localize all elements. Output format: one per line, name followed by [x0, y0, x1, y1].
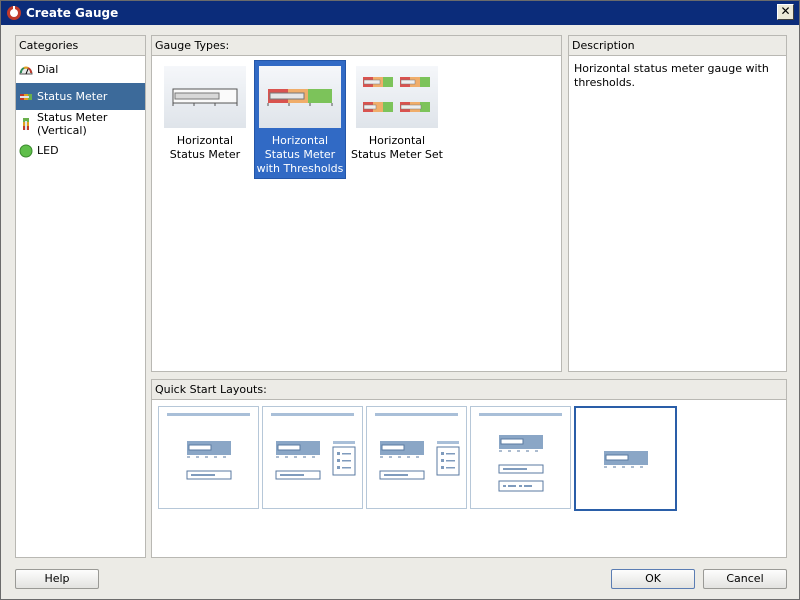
category-item-dial[interactable]: Dial	[16, 56, 145, 83]
gauge-type-horizontal-status-meter[interactable]: Horizontal Status Meter	[159, 61, 251, 162]
horizontal-status-meter-thresholds-thumbnail	[259, 66, 341, 128]
dial-icon	[19, 63, 33, 77]
window-title: Create Gauge	[26, 6, 119, 20]
category-label: Dial	[37, 63, 59, 76]
gauge-type-label: Horizontal Status Meter	[169, 134, 241, 161]
quick-start-layout-3[interactable]	[366, 406, 467, 509]
title-bar: Create Gauge ✕	[1, 1, 799, 25]
ok-button[interactable]: OK	[611, 569, 695, 589]
description-panel: Description Horizontal status meter gaug…	[568, 35, 787, 372]
description-header: Description	[569, 36, 786, 56]
app-icon	[7, 6, 21, 20]
category-item-status-meter[interactable]: Status Meter	[16, 83, 145, 110]
quick-start-layout-5[interactable]	[574, 406, 677, 511]
gauge-type-label: Horizontal Status Meter Set	[351, 134, 443, 161]
close-button[interactable]: ✕	[777, 4, 794, 20]
description-text: Horizontal status meter gauge with thres…	[574, 62, 769, 89]
help-button[interactable]: Help	[15, 569, 99, 589]
quick-start-layouts-panel: Quick Start Layouts:	[151, 379, 787, 558]
quick-start-layouts-header: Quick Start Layouts:	[152, 380, 786, 400]
horizontal-status-meter-set-thumbnail	[356, 66, 438, 128]
categories-panel: Categories Dial Status Meter Status Mete…	[15, 35, 146, 558]
layout-2-preview	[271, 413, 356, 480]
led-icon	[19, 144, 33, 158]
category-label: Status Meter	[37, 90, 108, 103]
category-label: Status Meter (Vertical)	[37, 110, 108, 137]
gauge-types-panel: Gauge Types: Horizontal Status Meter Hor…	[151, 35, 562, 372]
gauge-type-horizontal-status-meter-with-thresholds[interactable]: Horizontal Status Meter with Thresholds	[254, 60, 346, 179]
status-meter-icon	[19, 90, 33, 104]
cancel-button[interactable]: Cancel	[703, 569, 787, 589]
gauge-type-label: Horizontal Status Meter with Thresholds	[256, 134, 344, 175]
layout-4-preview	[479, 413, 562, 492]
create-gauge-dialog: Create Gauge ✕ Categories Dial Status Me…	[0, 0, 800, 600]
gauge-type-horizontal-status-meter-set[interactable]: Horizontal Status Meter Set	[351, 61, 443, 162]
category-item-led[interactable]: LED	[16, 137, 145, 164]
horizontal-status-meter-thumbnail	[164, 66, 246, 128]
quick-start-layout-4[interactable]	[470, 406, 571, 509]
category-label: LED	[37, 144, 59, 157]
status-meter-vertical-icon	[19, 117, 33, 131]
layout-3-preview	[375, 413, 460, 480]
categories-header: Categories	[16, 36, 145, 56]
category-item-status-meter-vertical[interactable]: Status Meter (Vertical)	[16, 110, 145, 137]
quick-start-layout-2[interactable]	[262, 406, 363, 509]
layout-1-preview	[167, 413, 250, 480]
close-icon: ✕	[780, 4, 791, 18]
layout-5-preview	[604, 451, 648, 468]
gauge-types-header: Gauge Types:	[152, 36, 561, 56]
quick-start-layout-1[interactable]	[158, 406, 259, 509]
